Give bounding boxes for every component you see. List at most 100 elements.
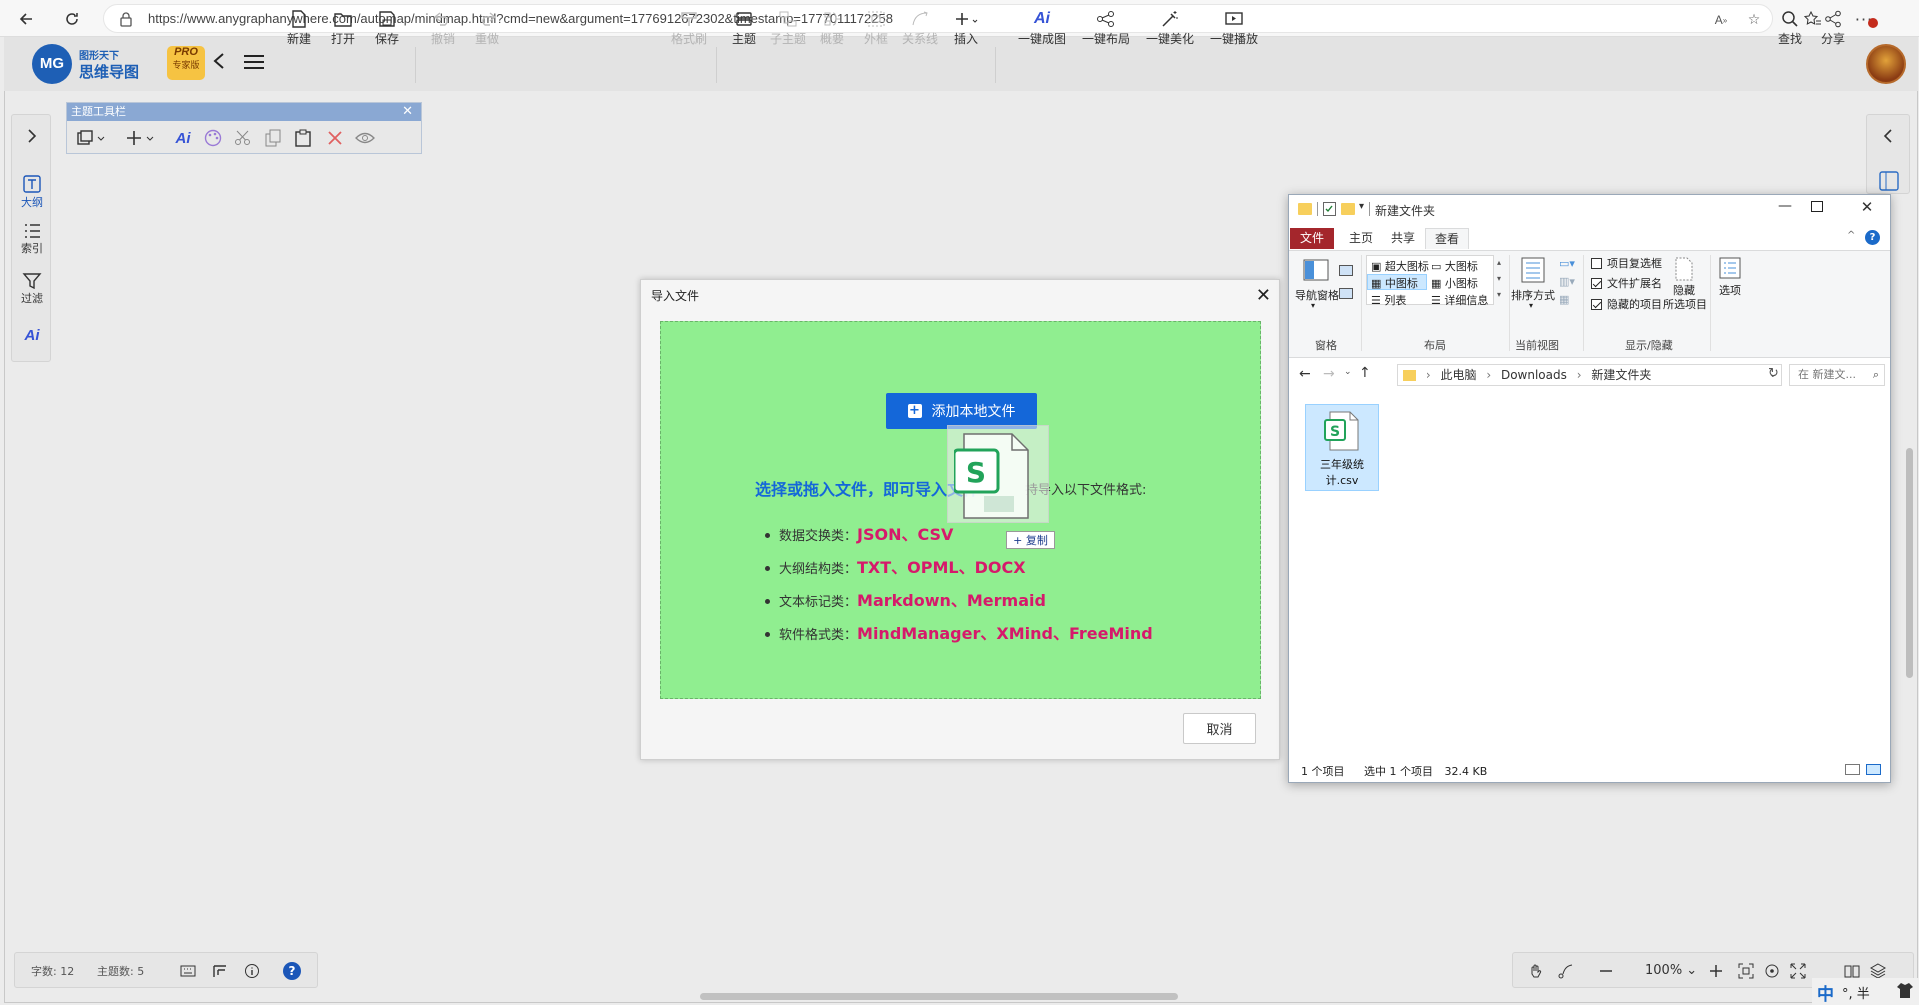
zoom-out-icon[interactable] <box>1597 962 1615 980</box>
close-icon[interactable]: ✕ <box>1849 198 1885 220</box>
undo-button[interactable]: 撤销 <box>421 7 465 51</box>
tab-file[interactable]: 文件 <box>1290 228 1334 249</box>
navigation-pane-icon[interactable] <box>1303 259 1329 281</box>
ime-indicator[interactable]: 中 <box>1817 980 1834 1005</box>
share-button[interactable]: 分享 <box>1811 7 1855 51</box>
open-button[interactable]: 打开 <box>321 7 365 51</box>
auto-layout-button[interactable]: 一键布局 <box>1080 7 1132 51</box>
boundary-button[interactable]: 外框 <box>854 7 898 51</box>
subtopic-button[interactable]: 子主题 <box>766 7 810 51</box>
hidden-items-toggle[interactable]: 隐藏的项目 <box>1591 296 1662 312</box>
help-icon[interactable]: ? <box>283 962 301 980</box>
recent-dropdown-icon[interactable]: ⌄ <box>1344 367 1352 377</box>
user-avatar[interactable] <box>1866 44 1906 84</box>
back-icon[interactable] <box>10 3 42 35</box>
zoom-in-icon[interactable] <box>1707 962 1725 980</box>
details-pane-icon[interactable] <box>1339 288 1353 299</box>
file-item-csv[interactable]: S 三年级统 计.csv <box>1305 404 1379 491</box>
hide-selected-icon[interactable] <box>1674 257 1694 281</box>
ime-mode[interactable]: °, 半 <box>1842 983 1870 1002</box>
sidebar-item-index[interactable]: 索引 <box>12 223 52 256</box>
collapse-left-chevron-icon[interactable] <box>1881 129 1895 143</box>
back-icon[interactable]: ← <box>1299 366 1311 382</box>
panel-icon[interactable] <box>1879 171 1899 191</box>
new-button[interactable]: 新建 <box>277 7 321 51</box>
scissors-icon[interactable] <box>231 126 255 150</box>
info-icon[interactable] <box>243 962 261 980</box>
expand-chevron-icon[interactable] <box>12 129 52 143</box>
address-path[interactable]: › 此电脑 › Downloads › 新建文件夹 ⌄ <box>1397 364 1782 386</box>
add-topic-icon[interactable] <box>125 126 159 150</box>
sort-icon[interactable] <box>1521 257 1545 283</box>
ai-toolbar-icon[interactable]: Ai <box>171 126 195 150</box>
layout-extra-large-icons[interactable]: ▣ 超大图标 <box>1371 258 1429 274</box>
auto-beautify-button[interactable]: 一键美化 <box>1144 7 1196 51</box>
close-icon[interactable]: ✕ <box>402 103 413 121</box>
layout-scroll-arrows[interactable]: ▴ ▾ ▾ <box>1495 255 1503 305</box>
palette-icon[interactable] <box>201 126 225 150</box>
horizontal-scrollbar[interactable] <box>700 993 1178 1000</box>
read-aloud-icon[interactable]: A» <box>1711 10 1731 30</box>
summary-button[interactable]: 概要 <box>810 7 854 51</box>
insert-button[interactable]: 插入 <box>944 7 988 51</box>
ai-sidebar-icon[interactable]: Ai <box>12 327 52 344</box>
cancel-button[interactable]: 取消 <box>1183 713 1256 744</box>
copy-style-icon[interactable] <box>75 126 109 150</box>
fit-screen-icon[interactable] <box>1737 962 1755 980</box>
hand-pan-icon[interactable] <box>1527 962 1545 980</box>
properties-icon[interactable] <box>1323 202 1336 216</box>
vertical-scrollbar[interactable] <box>1906 448 1913 678</box>
copy-icon[interactable] <box>261 126 285 150</box>
topic-button[interactable]: 主题 <box>722 7 766 51</box>
size-columns-icon[interactable]: ▦ <box>1559 293 1569 306</box>
redo-button[interactable]: 重做 <box>465 7 509 51</box>
ribbon-collapse-icon[interactable]: ^ <box>1847 230 1855 241</box>
details-view-icon[interactable] <box>1845 764 1860 775</box>
explorer-titlebar[interactable]: ▾ 新建文件夹 — ✕ <box>1289 195 1890 225</box>
save-button[interactable]: 保存 <box>365 7 409 51</box>
keyboard-icon[interactable] <box>179 962 197 980</box>
minimize-icon[interactable]: — <box>1767 198 1803 220</box>
add-local-file-button[interactable]: + 添加本地文件 <box>886 393 1037 429</box>
layout-medium-icons[interactable]: ▦ 中图标 <box>1371 275 1418 291</box>
options-icon[interactable] <box>1719 257 1741 279</box>
tab-view[interactable]: 查看 <box>1425 228 1469 249</box>
connector-icon[interactable] <box>1557 962 1575 980</box>
find-button[interactable]: 查找 <box>1768 7 1812 51</box>
tab-home[interactable]: 主页 <box>1341 228 1381 249</box>
tab-share[interactable]: 共享 <box>1383 228 1423 249</box>
structure-icon[interactable] <box>211 962 229 980</box>
format-brush-button[interactable]: 格式刷 <box>667 7 711 51</box>
tshirt-icon[interactable] <box>1896 981 1914 999</box>
paste-icon[interactable] <box>291 126 315 150</box>
layout-large-icons[interactable]: ▭ 大图标 <box>1431 258 1478 274</box>
fullscreen-icon[interactable] <box>1789 962 1807 980</box>
quick-access-dropdown-icon[interactable]: ▾ <box>1359 201 1364 212</box>
auto-play-button[interactable]: 一键播放 <box>1208 7 1260 51</box>
search-input[interactable]: 在 新建文... ⌕ <box>1789 364 1885 386</box>
forward-icon[interactable]: → <box>1323 366 1335 382</box>
layout-details[interactable]: ☰ 详细信息 <box>1431 292 1488 308</box>
eye-icon[interactable] <box>353 126 377 150</box>
navigation-pane-button[interactable]: 导航窗格 <box>1295 287 1339 303</box>
hamburger-menu-icon[interactable] <box>243 54 265 70</box>
add-columns-icon[interactable]: ▥▾ <box>1559 275 1575 288</box>
close-icon[interactable]: ✕ <box>1256 285 1271 306</box>
reload-icon[interactable] <box>56 3 88 35</box>
relation-button[interactable]: 关系线 <box>898 7 942 51</box>
ai-map-button[interactable]: Ai 一键成图 <box>1016 7 1068 51</box>
delete-icon[interactable] <box>323 126 347 150</box>
hide-selected-label-2[interactable]: 所选项目 <box>1663 296 1707 312</box>
up-icon[interactable]: ↑ <box>1359 365 1371 381</box>
sidebar-item-outline[interactable]: 大纲 <box>12 175 52 210</box>
item-checkboxes-toggle[interactable]: 项目复选框 <box>1591 255 1662 271</box>
center-target-icon[interactable] <box>1763 962 1781 980</box>
refresh-icon[interactable]: ↻ <box>1768 366 1779 381</box>
favorite-star-icon[interactable]: ☆ <box>1744 10 1764 30</box>
layout-small-icons[interactable]: ▦ 小图标 <box>1431 275 1478 291</box>
zoom-level[interactable]: 100% ⌄ <box>1645 963 1697 978</box>
group-by-icon[interactable]: ▭▾ <box>1559 257 1575 270</box>
preview-pane-icon[interactable] <box>1339 265 1353 276</box>
file-extensions-toggle[interactable]: 文件扩展名 <box>1591 275 1662 291</box>
new-folder-icon[interactable] <box>1341 203 1355 215</box>
